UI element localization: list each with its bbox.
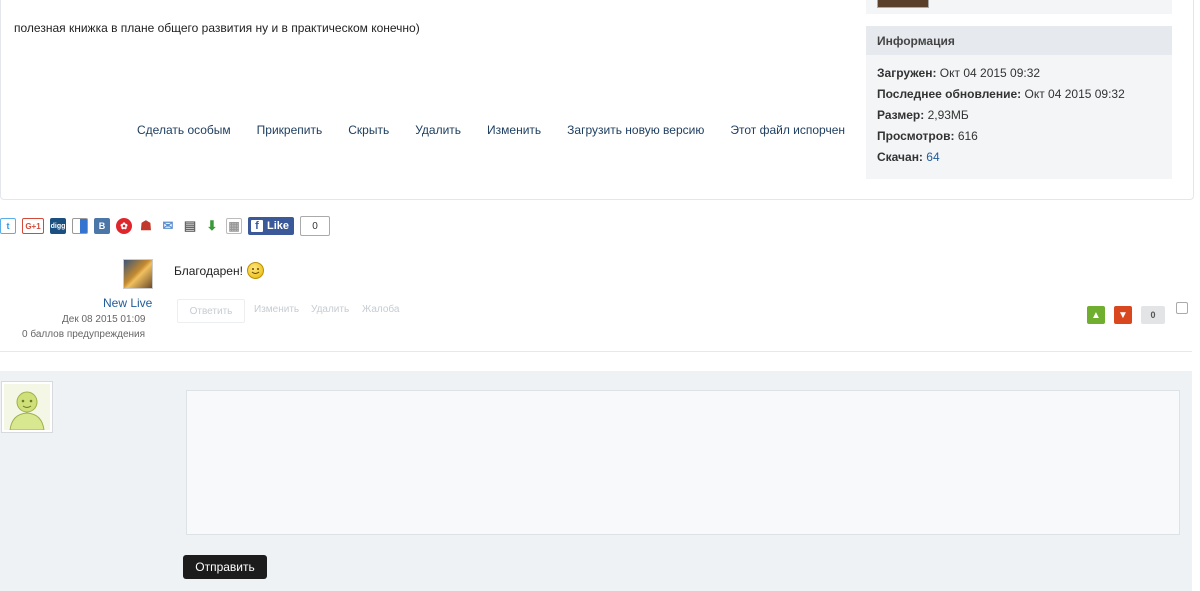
comment-text: Благодарен! (174, 263, 243, 278)
digg-icon[interactable]: digg (50, 218, 66, 234)
comment-author-avatar[interactable] (123, 259, 153, 289)
file-screenshot-thumbnail[interactable] (877, 0, 929, 8)
reply-button[interactable]: Ответить (177, 299, 245, 323)
moderation-checkbox[interactable] (1176, 302, 1188, 314)
reply-textarea[interactable] (186, 390, 1180, 535)
current-user-avatar[interactable] (1, 381, 53, 433)
upload-new-version-link[interactable]: Загрузить новую версию (567, 123, 704, 137)
comment-author-name[interactable]: New Live (103, 296, 152, 310)
facebook-icon: f (251, 220, 263, 232)
submit-button[interactable]: Отправить (183, 555, 267, 579)
info-views: Просмотров: 616 (877, 129, 978, 143)
vote-down-button[interactable]: ▼ (1114, 306, 1132, 324)
share-bar: t G+1 digg В ✿ ☗ ✉ ▤ ⬇ ▦ f Like 0 (0, 216, 331, 236)
twitter-icon[interactable]: t (0, 218, 16, 234)
divider (0, 351, 1192, 352)
facebook-like-count: 0 (300, 216, 331, 236)
comment-body: Благодарен! (174, 262, 264, 279)
google-plus-icon[interactable]: G+1 (22, 218, 44, 234)
email-icon[interactable]: ✉ (160, 218, 176, 234)
facebook-like-label: Like (267, 220, 290, 232)
delete-link[interactable]: Удалить (415, 123, 461, 137)
moimir-icon[interactable]: ☗ (138, 218, 154, 234)
info-panel-title: Информация (877, 34, 955, 48)
info-uploaded: Загружен: Окт 04 2015 09:32 (877, 66, 1041, 80)
file-actions-bar: Сделать особым Прикрепить Скрыть Удалить… (137, 123, 871, 137)
hide-link[interactable]: Скрыть (348, 123, 389, 137)
comment-report-link[interactable]: Жалоба (362, 304, 399, 315)
report-broken-file-link[interactable]: Этот файл испорчен (730, 123, 845, 137)
download-icon[interactable]: ⬇ (204, 218, 220, 234)
info-updated: Последнее обновление: Окт 04 2015 09:32 (877, 87, 1125, 101)
facebook-like-button[interactable]: f Like (248, 217, 295, 235)
info-downloads: Скачан: 64 (877, 150, 940, 164)
print-icon[interactable]: ▤ (182, 218, 198, 234)
delicious-icon[interactable] (72, 218, 88, 234)
pin-link[interactable]: Прикрепить (257, 123, 323, 137)
comment-edit-link[interactable]: Изменить (254, 304, 299, 315)
comment-delete-link[interactable]: Удалить (311, 304, 349, 315)
arrow-up-icon: ▲ (1091, 309, 1101, 321)
vote-up-button[interactable]: ▲ (1087, 306, 1105, 324)
user-avatar-image (4, 384, 50, 430)
info-size: Размер: 2,93МБ (877, 108, 969, 122)
edit-link[interactable]: Изменить (487, 123, 541, 137)
make-featured-link[interactable]: Сделать особым (137, 123, 231, 137)
smiley-icon (246, 262, 264, 279)
vote-count: 0 (1141, 306, 1165, 324)
comment-date: Дек 08 2015 01:09 (62, 314, 146, 325)
vkontakte-icon[interactable]: В (94, 218, 110, 234)
arrow-down-icon: ▼ (1118, 309, 1128, 321)
odnoklassniki-icon[interactable]: ✿ (116, 218, 132, 234)
bookmark-icon[interactable]: ▦ (226, 218, 242, 234)
file-description: полезная книжка в плане общего развития … (14, 21, 420, 35)
downloads-count-link[interactable]: 64 (926, 150, 939, 164)
comment-warning-points[interactable]: 0 баллов предупреждения (22, 329, 145, 340)
